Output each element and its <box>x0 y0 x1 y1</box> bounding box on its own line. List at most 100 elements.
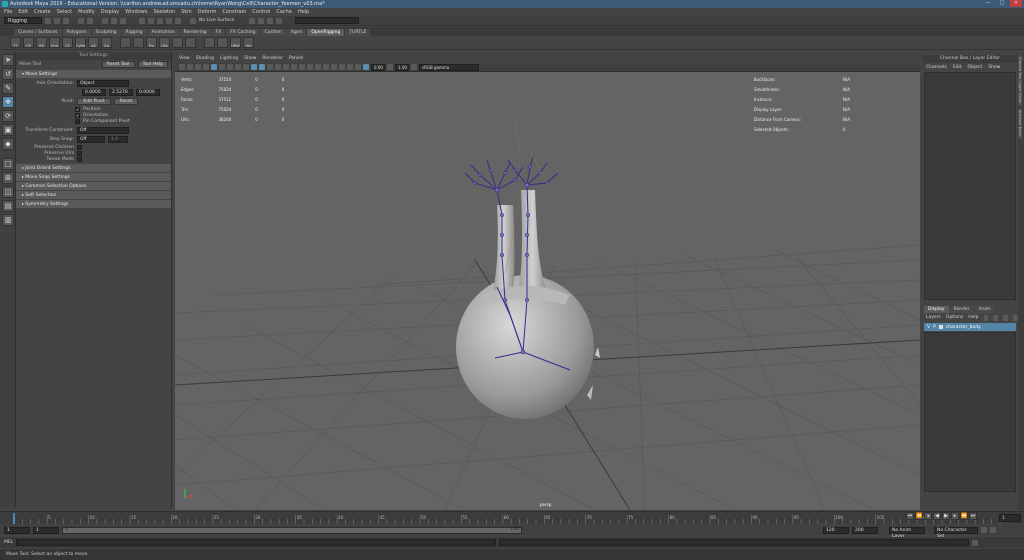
reset-tool-button[interactable]: Reset Tool <box>101 61 135 68</box>
axis-x-field[interactable]: 0.0000 <box>82 89 106 96</box>
snap-view-icon[interactable] <box>166 17 172 24</box>
shelf-button[interactable]: SA <box>101 37 112 48</box>
shelf-tab-custom[interactable]: Custom <box>260 29 286 36</box>
step-snap-value-field[interactable]: 1.0 <box>108 136 128 143</box>
render-frame-icon[interactable] <box>249 17 256 24</box>
shelf-tab-curves-surfaces[interactable]: Curves / Surfaces <box>14 29 62 36</box>
viewport-menu-view[interactable]: View <box>179 55 190 63</box>
isolate-select-icon[interactable] <box>331 64 337 70</box>
viewport-menu-shading[interactable]: Shading <box>196 55 214 63</box>
section-joint-orient[interactable]: Joint Orient Settings <box>16 164 171 172</box>
live-surface-icon[interactable] <box>190 17 196 24</box>
anim-end-field[interactable]: 200 <box>852 526 878 534</box>
snap-point-icon[interactable] <box>157 17 163 24</box>
preserve-children-checkbox[interactable] <box>77 144 82 150</box>
shelf-button[interactable] <box>120 37 131 48</box>
range-inner-start-field[interactable]: 1 <box>33 526 59 534</box>
step-forward-frame-icon[interactable]: ▸ <box>951 512 959 520</box>
tool-help-button[interactable]: Tool Help <box>137 61 168 68</box>
viewport-menu-show[interactable]: Show <box>244 55 256 63</box>
layer-visibility-toggle[interactable]: V <box>927 325 930 330</box>
textured-icon[interactable] <box>275 64 281 70</box>
section-symmetry[interactable]: Symmetry Settings <box>16 200 171 208</box>
preserve-uvs-checkbox[interactable] <box>77 150 82 156</box>
resolution-gate-icon[interactable] <box>227 64 233 70</box>
shelf-button[interactable] <box>217 37 228 48</box>
layer-menu-layers[interactable]: Layers <box>926 313 941 322</box>
menu-skin[interactable]: Skin <box>181 8 192 16</box>
shelf-tab-turtle[interactable]: TURTLE <box>345 29 371 36</box>
character-set-dropdown[interactable]: No Character Set <box>934 526 978 539</box>
menu-cache[interactable]: Cache <box>276 8 292 16</box>
rotate-tool-icon[interactable]: ⟳ <box>2 110 14 122</box>
open-scene-icon[interactable] <box>54 17 60 24</box>
move-up-icon[interactable] <box>1003 315 1009 321</box>
step-forward-key-icon[interactable]: ⏩ <box>960 512 968 520</box>
gate-mask-icon[interactable] <box>235 64 241 70</box>
current-frame-field[interactable]: 1 <box>999 514 1021 522</box>
perspective-viewport[interactable]: View Shading Lighting Show Renderer Panels 0.… <box>175 55 920 510</box>
go-to-start-icon[interactable]: ⏮ <box>906 512 914 520</box>
go-to-end-icon[interactable]: ⏭ <box>969 512 977 520</box>
pin-component-pivot-checkbox[interactable] <box>75 118 80 124</box>
menu-help[interactable]: Help <box>298 8 309 16</box>
shelf-button[interactable]: FT <box>10 37 21 48</box>
film-gate-icon[interactable] <box>219 64 225 70</box>
step-back-key-icon[interactable]: ⏪ <box>915 512 923 520</box>
hypershade-icon[interactable] <box>276 17 283 24</box>
layer-name[interactable]: character_body <box>946 325 981 330</box>
xray-components-icon[interactable] <box>355 64 361 70</box>
channel-menu-object[interactable]: Object <box>968 63 983 72</box>
axis-y-field[interactable]: 2.5270 <box>109 89 133 96</box>
ipr-render-icon[interactable] <box>258 17 265 24</box>
range-end-field[interactable]: 120 <box>823 526 849 534</box>
shelf-button[interactable] <box>172 37 183 48</box>
shelf-button[interactable] <box>185 37 196 48</box>
lasso-tool-icon[interactable]: ↺ <box>2 68 14 80</box>
menu-edit[interactable]: Edit <box>18 8 28 16</box>
section-soft-selection[interactable]: Soft Selection <box>16 191 171 199</box>
axis-orientation-dropdown[interactable]: Object <box>77 80 129 87</box>
persp-outliner-icon[interactable]: ◫ <box>2 186 14 198</box>
field-chart-icon[interactable] <box>243 64 249 70</box>
menu-modify[interactable]: Modify <box>78 8 95 16</box>
bookmark-icon[interactable] <box>195 64 201 70</box>
menu-create[interactable]: Create <box>34 8 51 16</box>
position-checkbox[interactable]: ✓ <box>75 106 80 112</box>
channel-menu-show[interactable]: Show <box>988 63 1000 72</box>
snap-curve-icon[interactable] <box>148 17 154 24</box>
paint-select-tool-icon[interactable]: ✎ <box>2 82 14 94</box>
reset-pivot-button[interactable]: Reset <box>114 98 138 105</box>
menu-windows[interactable]: Windows <box>125 8 147 16</box>
new-layer-icon[interactable] <box>983 315 989 321</box>
snap-grid-icon[interactable] <box>139 17 145 24</box>
shelf-button[interactable]: RS <box>36 37 47 48</box>
gamma-field[interactable]: 1.00 <box>395 63 409 71</box>
anim-preferences-icon[interactable] <box>990 527 996 533</box>
script-editor-icon[interactable] <box>972 539 979 546</box>
menu-select[interactable]: Select <box>57 8 72 16</box>
graph-editor-layout-icon[interactable]: ▤ <box>2 200 14 212</box>
range-start-field[interactable]: 1 <box>4 526 30 534</box>
shelf-tab-sculpting[interactable]: Sculpting <box>91 29 121 36</box>
viewport-menu-renderer[interactable]: Renderer <box>262 55 283 63</box>
select-object-icon[interactable] <box>111 17 117 24</box>
layer-tab-render[interactable]: Render <box>949 306 974 313</box>
menu-file[interactable]: File <box>4 8 12 16</box>
axis-z-field[interactable]: 0.0000 <box>136 89 160 96</box>
last-tool-icon[interactable]: ◆ <box>2 138 14 150</box>
color-management-icon[interactable] <box>411 64 417 70</box>
layer-tab-anim[interactable]: Anim <box>974 306 995 313</box>
anti-aliasing-icon[interactable] <box>315 64 321 70</box>
shelf-button[interactable] <box>133 37 144 48</box>
layer-menu-help[interactable]: Help <box>968 313 978 322</box>
step-snap-dropdown[interactable]: Off <box>77 136 105 143</box>
section-move-settings[interactable]: Move Settings <box>16 70 171 78</box>
hypershade-layout-icon[interactable]: ▥ <box>2 214 14 226</box>
channel-menu-channels[interactable]: Channels <box>926 63 947 72</box>
menu-deform[interactable]: Deform <box>198 8 217 16</box>
shelf-button[interactable]: Ornt <box>49 37 60 48</box>
save-scene-icon[interactable] <box>63 17 69 24</box>
shelf-button[interactable]: Prx <box>146 37 157 48</box>
side-tab[interactable]: Attribute Editor <box>1018 107 1022 139</box>
